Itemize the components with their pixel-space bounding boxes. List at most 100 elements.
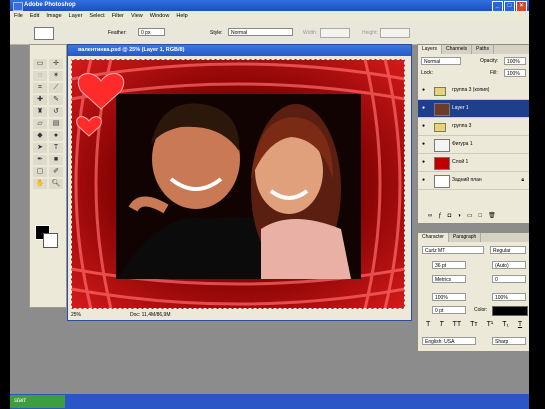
type-tool-icon[interactable]: T: [49, 143, 63, 153]
move-tool-icon[interactable]: ✛: [49, 59, 63, 69]
app-title: Adobe Photoshop: [24, 2, 76, 8]
zoom-level[interactable]: 25%: [71, 310, 81, 320]
leading-input[interactable]: (Auto): [492, 261, 526, 269]
tab-paths[interactable]: Paths: [472, 45, 494, 54]
small-caps-icon[interactable]: Tт: [470, 321, 477, 328]
layer-style-icon[interactable]: ƒ: [438, 210, 441, 222]
eye-icon[interactable]: ●: [422, 136, 425, 153]
layer-row-selected[interactable]: ● Layer 1: [418, 100, 529, 118]
path-select-icon[interactable]: ➤: [33, 143, 47, 153]
marquee-tool-preset[interactable]: [34, 27, 54, 40]
eyedropper-tool-icon[interactable]: ✐: [49, 167, 63, 177]
link-layers-icon[interactable]: ∞: [428, 210, 432, 222]
menu-window[interactable]: Window: [150, 11, 170, 21]
zoom-tool-icon[interactable]: 🔍︎: [49, 179, 63, 189]
tab-layers[interactable]: Layers: [418, 45, 443, 54]
all-caps-icon[interactable]: TT: [453, 321, 462, 328]
adjustment-layer-icon[interactable]: ◑: [457, 210, 461, 222]
layers-panel-footer: ∞ ƒ ◘ ◑ ▭ □ 🗑︎: [418, 210, 529, 222]
font-size-input[interactable]: 36 pt: [432, 261, 466, 269]
blend-mode-select[interactable]: Normal: [421, 57, 461, 65]
style-select[interactable]: Normal: [228, 28, 293, 36]
blur-tool-icon[interactable]: ◆: [33, 131, 47, 141]
underline-icon[interactable]: T: [518, 321, 522, 328]
doc-size-info[interactable]: Doc: 11,4M/86,9M: [130, 310, 170, 320]
desktop-screen: Adobe Photoshop _ □ × File Edit Image La…: [10, 0, 529, 409]
crop-tool-icon[interactable]: ⌗: [33, 83, 47, 93]
eraser-tool-icon[interactable]: ▱: [33, 119, 47, 129]
font-family-select[interactable]: Curlz MT: [422, 246, 484, 254]
layer-name: Задний план: [452, 177, 482, 183]
shape-tool-icon[interactable]: ■: [49, 155, 63, 165]
opacity-label: Opacity:: [480, 58, 499, 64]
healing-brush-icon[interactable]: ✚: [33, 95, 47, 105]
pen-tool-icon[interactable]: ✒: [33, 155, 47, 165]
layer-row[interactable]: ● Фигура 1: [418, 136, 529, 154]
tab-channels[interactable]: Channels: [442, 45, 473, 54]
menu-help[interactable]: Help: [176, 11, 187, 21]
superscript-icon[interactable]: T¹: [487, 321, 494, 328]
kerning-input[interactable]: Metrics: [432, 275, 466, 283]
antialias-select[interactable]: Sharp: [492, 337, 526, 345]
start-button[interactable]: start: [10, 395, 65, 408]
layer-row[interactable]: ● Задний план 🔒︎: [418, 172, 529, 190]
layer-row[interactable]: ● группа 3 (копия): [418, 82, 529, 100]
eye-icon[interactable]: ●: [422, 154, 425, 171]
new-layer-icon[interactable]: □: [479, 210, 483, 222]
lasso-tool-icon[interactable]: ◌: [33, 71, 47, 81]
brush-tool-icon[interactable]: ✎: [49, 95, 63, 105]
fill-input[interactable]: 100%: [504, 69, 526, 77]
layer-name: Layer 1: [452, 105, 469, 111]
menu-image[interactable]: Image: [46, 11, 61, 21]
eye-icon[interactable]: ●: [422, 172, 425, 189]
width-input[interactable]: [320, 28, 350, 38]
windows-taskbar: start: [10, 394, 529, 409]
dodge-tool-icon[interactable]: ●: [49, 131, 63, 141]
tracking-input[interactable]: 0: [492, 275, 526, 283]
magic-wand-tool-icon[interactable]: ✶: [49, 71, 63, 81]
stamp-tool-icon[interactable]: ♜: [33, 107, 47, 117]
height-input[interactable]: [380, 28, 410, 38]
delete-layer-icon[interactable]: 🗑︎: [488, 210, 496, 222]
width-label: Width:: [303, 30, 318, 36]
menu-file[interactable]: File: [14, 11, 23, 21]
faux-bold-icon[interactable]: T: [426, 321, 430, 328]
folder-icon: [434, 123, 446, 132]
eye-icon[interactable]: ●: [422, 82, 425, 99]
hand-tool-icon[interactable]: ✋: [33, 179, 47, 189]
layer-row[interactable]: ● Слой 1: [418, 154, 529, 172]
opacity-input[interactable]: 100%: [504, 57, 526, 65]
app-titlebar: Adobe Photoshop _ □ ×: [10, 0, 529, 12]
eye-icon[interactable]: ●: [422, 118, 425, 135]
language-select[interactable]: English: USA: [422, 337, 476, 345]
font-style-select[interactable]: Regular: [490, 246, 526, 254]
text-color-swatch[interactable]: [492, 306, 528, 316]
menu-view[interactable]: View: [131, 11, 143, 21]
tab-paragraph[interactable]: Paragraph: [449, 233, 482, 242]
baseline-shift-input[interactable]: 0 pt: [432, 306, 466, 314]
new-group-icon[interactable]: ▭: [467, 210, 473, 222]
gradient-tool-icon[interactable]: ▤: [49, 119, 63, 129]
notes-tool-icon[interactable]: ▢: [33, 167, 47, 177]
color-label: Color:: [474, 307, 488, 313]
marquee-tool-icon[interactable]: ▭: [33, 59, 47, 69]
mask-icon[interactable]: ◘: [448, 210, 452, 222]
lock-icon: 🔒︎: [521, 177, 524, 183]
tab-character[interactable]: Character: [418, 233, 449, 242]
feather-input[interactable]: 0 px: [138, 28, 165, 36]
horizontal-scale-input[interactable]: 100%: [492, 293, 526, 301]
faux-italic-icon[interactable]: T: [439, 321, 443, 328]
document-title: валентинка.psd @ 25% (Layer 1, RGB/8): [78, 47, 185, 53]
background-color-swatch[interactable]: [43, 233, 58, 248]
menu-filter[interactable]: Filter: [112, 11, 124, 21]
eye-icon[interactable]: ●: [422, 100, 425, 117]
history-brush-icon[interactable]: ↺: [49, 107, 63, 117]
menu-layer[interactable]: Layer: [69, 11, 83, 21]
menu-select[interactable]: Select: [89, 11, 104, 21]
image-canvas[interactable]: [71, 59, 405, 309]
vertical-scale-input[interactable]: 100%: [432, 293, 466, 301]
menu-edit[interactable]: Edit: [30, 11, 39, 21]
slice-tool-icon[interactable]: ⟋: [49, 83, 63, 93]
layer-row[interactable]: ● группа 3: [418, 118, 529, 136]
subscript-icon[interactable]: T₁: [502, 321, 509, 328]
